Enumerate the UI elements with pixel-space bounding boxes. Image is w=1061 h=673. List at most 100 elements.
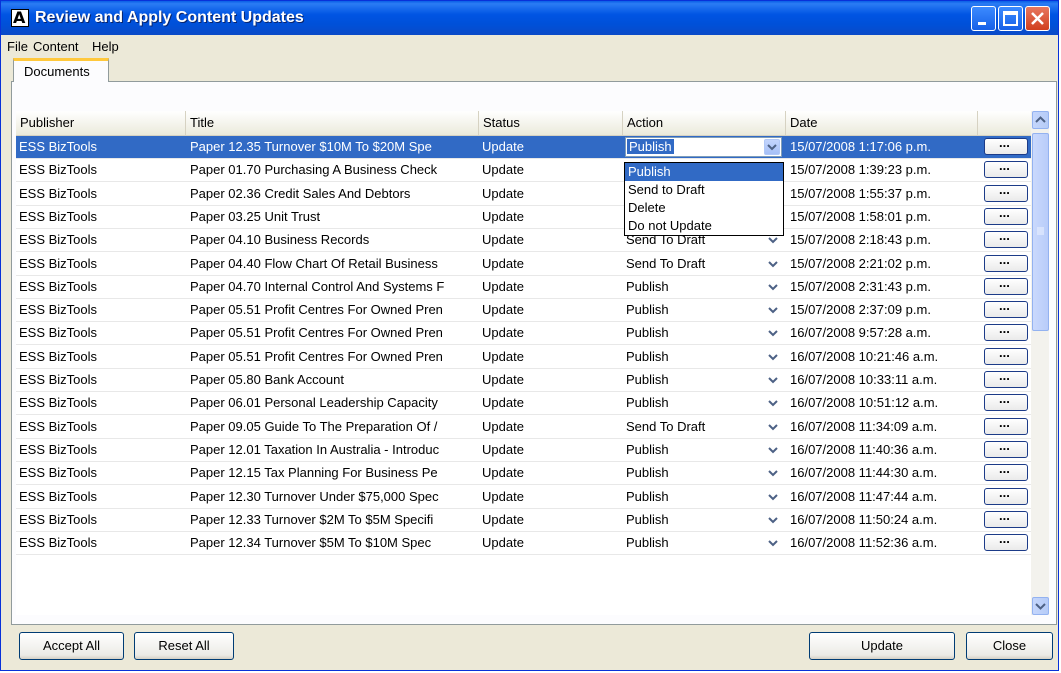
cell-status: Update — [482, 208, 524, 224]
details-button[interactable]: ... — [984, 368, 1028, 388]
cell-publisher: ESS BizTools — [19, 441, 98, 457]
details-button[interactable]: ... — [984, 437, 1028, 458]
chevron-down-icon[interactable] — [765, 420, 781, 435]
window-title: Review and Apply Content Updates — [35, 9, 304, 26]
details-button[interactable]: ... — [984, 345, 1028, 365]
table-row[interactable]: ESS BizTools Paper 12.34 Turnover $5M To … — [16, 531, 1031, 556]
cell-publisher: ESS BizTools — [19, 488, 98, 504]
details-button[interactable]: ... — [984, 182, 1028, 202]
table-row[interactable]: ESS BizTools Paper 12.33 Turnover $2M To … — [16, 508, 1031, 532]
cell-publisher: ESS BizTools — [19, 511, 98, 527]
details-button[interactable]: ... — [984, 508, 1028, 528]
chevron-down-icon[interactable] — [765, 257, 781, 272]
table-row[interactable]: ESS BizTools Paper 12.15 Tax Planning For… — [16, 461, 1031, 486]
table-row[interactable]: ESS BizTools Paper 03.25 Unit Trust Update… — [16, 205, 1031, 229]
chevron-down-icon[interactable] — [765, 326, 781, 341]
cell-date: 15/07/2008 1:55:37 p.m. — [790, 185, 931, 201]
ellipsis-icon: ... — [999, 298, 1010, 314]
dropdown-option-publish[interactable]: Publish — [625, 163, 783, 181]
table-row[interactable]: ESS BizTools Paper 06.01 Personal Leaders… — [16, 391, 1031, 416]
cell-date: 15/07/2008 1:58:01 p.m. — [790, 208, 931, 224]
table-row[interactable]: ESS BizTools Paper 12.01 Taxation In Aust… — [16, 437, 1031, 462]
cell-publisher: ESS BizTools — [19, 325, 98, 341]
details-button[interactable]: ... — [984, 228, 1028, 249]
details-button[interactable]: ... — [984, 275, 1028, 295]
chevron-down-icon[interactable] — [765, 280, 781, 295]
accept-all-button[interactable]: Accept All — [19, 632, 124, 660]
table-row[interactable]: ESS BizTools Paper 04.40 Flow Chart Of Re… — [16, 252, 1031, 276]
chevron-down-icon[interactable] — [765, 373, 781, 388]
table-row[interactable]: ESS BizTools Paper 04.10 Business Records… — [16, 228, 1031, 253]
details-button[interactable]: ... — [984, 135, 1028, 155]
cell-action: Publish — [626, 348, 669, 364]
column-action[interactable]: Action — [623, 111, 786, 135]
dropdown-option-send-to-draft[interactable]: Send to Draft — [625, 181, 783, 199]
cell-title: Paper 05.51 Profit Centres For Owned Pre… — [190, 325, 443, 341]
details-button[interactable]: ... — [984, 252, 1028, 272]
ellipsis-icon: ... — [999, 135, 1010, 150]
details-button[interactable]: ... — [984, 205, 1028, 225]
dropdown-option-delete[interactable]: Delete — [625, 199, 783, 217]
details-button[interactable]: ... — [984, 391, 1028, 412]
column-date[interactable]: Date — [786, 111, 978, 135]
cell-status: Update — [482, 278, 524, 294]
menu-content[interactable]: Content — [33, 39, 79, 54]
close-button[interactable]: Close — [966, 632, 1053, 660]
column-publisher[interactable]: Publisher — [16, 111, 186, 135]
details-button[interactable]: ... — [984, 321, 1028, 342]
details-button[interactable]: ... — [984, 415, 1028, 435]
details-button[interactable]: ... — [984, 158, 1028, 179]
cell-status: Update — [482, 139, 524, 154]
cell-action: Send To Draft — [626, 418, 706, 434]
cell-title: Paper 12.30 Turnover Under $75,000 Spec — [190, 488, 439, 504]
minimize-button[interactable] — [971, 6, 996, 31]
app-icon[interactable]: A — [11, 8, 29, 27]
scroll-up-button[interactable] — [1032, 111, 1049, 129]
chevron-down-icon[interactable] — [765, 350, 781, 365]
close-window-button[interactable] — [1025, 6, 1050, 31]
table-row[interactable]: ESS BizTools Paper 05.51 Profit Centres F… — [16, 298, 1031, 323]
cell-publisher: ESS BizTools — [19, 185, 98, 201]
menu-file[interactable]: File — [7, 39, 28, 54]
ellipsis-icon: ... — [999, 437, 1010, 453]
table-row[interactable]: ESS BizTools Paper 01.70 Purchasing A Bus… — [16, 158, 1031, 183]
reset-all-button[interactable]: Reset All — [134, 632, 234, 660]
chevron-down-icon[interactable] — [765, 396, 781, 411]
table-row[interactable]: ESS BizTools Paper 05.51 Profit Centres F… — [16, 345, 1031, 369]
update-button[interactable]: Update — [809, 632, 955, 660]
vertical-scrollbar[interactable] — [1031, 111, 1049, 615]
chevron-down-icon[interactable] — [765, 466, 781, 481]
cell-status: Update — [482, 535, 524, 551]
chevron-down-icon[interactable] — [765, 303, 781, 318]
dropdown-option-label: Delete — [628, 200, 666, 215]
cell-title: Paper 12.01 Taxation In Australia - Intr… — [190, 441, 440, 457]
table-row[interactable]: ESS BizTools Paper 09.05 Guide To The Pre… — [16, 415, 1031, 439]
cell-action: Publish — [626, 395, 669, 411]
table-row[interactable]: ESS BizTools Paper 12.35 Turnover $10M To… — [16, 135, 1031, 159]
maximize-button[interactable] — [998, 6, 1023, 31]
details-button[interactable]: ... — [984, 485, 1028, 505]
dropdown-option-do-not-update[interactable]: Do not Update — [625, 217, 783, 235]
scroll-thumb[interactable] — [1032, 133, 1049, 331]
table-row[interactable]: ESS BizTools Paper 02.36 Credit Sales And… — [16, 182, 1031, 206]
table-row[interactable]: ESS BizTools Paper 05.80 Bank Account Upda… — [16, 368, 1031, 392]
details-button[interactable]: ... — [984, 461, 1028, 482]
column-title[interactable]: Title — [186, 111, 479, 135]
details-button[interactable]: ... — [984, 298, 1028, 319]
cell-status: Update — [482, 232, 524, 248]
action-combobox[interactable]: Publish — [625, 137, 782, 157]
table-row[interactable]: ESS BizTools Paper 05.51 Profit Centres F… — [16, 321, 1031, 346]
menu-help[interactable]: Help — [92, 39, 119, 54]
column-status[interactable]: Status — [479, 111, 623, 135]
chevron-down-icon[interactable] — [765, 443, 781, 458]
tab-documents[interactable]: Documents — [13, 58, 109, 82]
table-row[interactable]: ESS BizTools Paper 12.30 Turnover Under $… — [16, 485, 1031, 509]
details-button[interactable]: ... — [984, 531, 1028, 552]
scroll-down-button[interactable] — [1032, 597, 1049, 615]
chevron-down-icon[interactable] — [764, 139, 780, 155]
chevron-down-icon[interactable] — [765, 536, 781, 551]
title-bar[interactable]: A Review and Apply Content Updates — [1, 1, 1058, 35]
chevron-down-icon[interactable] — [765, 490, 781, 505]
table-row[interactable]: ESS BizTools Paper 04.70 Internal Control… — [16, 275, 1031, 299]
chevron-down-icon[interactable] — [765, 513, 781, 528]
